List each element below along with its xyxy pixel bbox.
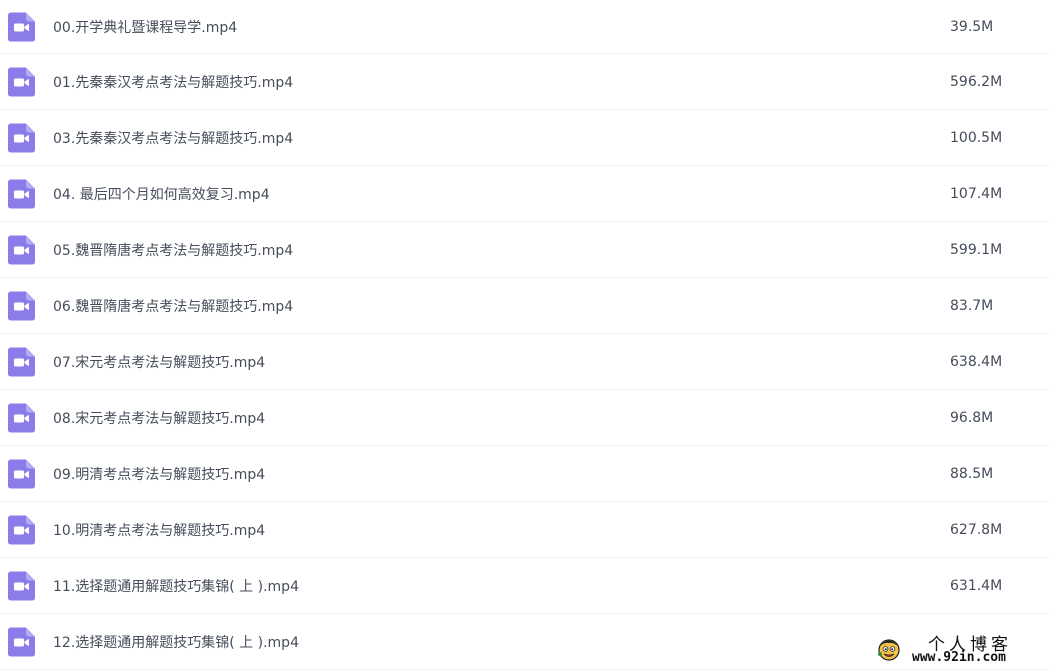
file-row[interactable]: 08.宋元考点考法与解题技巧.mp4 96.8M	[0, 390, 1049, 446]
video-file-icon	[8, 179, 35, 208]
file-row[interactable]: 01.先秦秦汉考点考法与解题技巧.mp4 596.2M	[0, 54, 1049, 110]
file-size: 39.5M	[950, 18, 994, 35]
file-size: 638.4M	[950, 353, 1003, 370]
file-row[interactable]: 11.选择题通用解题技巧集锦( 上 ).mp4 631.4M	[0, 558, 1049, 614]
blog-watermark: 个人博客 www.92in.com	[876, 630, 1046, 668]
file-name[interactable]: 12.选择题通用解题技巧集锦( 上 ).mp4	[53, 632, 299, 652]
file-size: 100.5M	[950, 129, 1003, 146]
file-size: 627.8M	[950, 521, 1003, 538]
file-row[interactable]: 04. 最后四个月如何高效复习.mp4 107.4M	[0, 166, 1049, 222]
file-row[interactable]: 00.开学典礼暨课程导学.mp4 39.5M	[0, 0, 1049, 54]
video-file-icon	[8, 67, 35, 96]
file-row[interactable]: 09.明清考点考法与解题技巧.mp4 88.5M	[0, 446, 1049, 502]
file-row[interactable]: 05.魏晋隋唐考点考法与解题技巧.mp4 599.1M	[0, 222, 1049, 278]
file-list: 00.开学典礼暨课程导学.mp4 39.5M 01.先秦秦汉考点考法与解题技巧.…	[0, 0, 1049, 670]
video-file-icon	[8, 515, 35, 544]
video-file-icon	[8, 347, 35, 376]
file-name[interactable]: 09.明清考点考法与解题技巧.mp4	[53, 464, 265, 484]
video-file-icon	[8, 12, 35, 41]
video-file-icon	[8, 403, 35, 432]
file-name[interactable]: 08.宋元考点考法与解题技巧.mp4	[53, 408, 265, 428]
video-file-icon	[8, 459, 35, 488]
file-name[interactable]: 00.开学典礼暨课程导学.mp4	[53, 17, 237, 37]
video-file-icon	[8, 627, 35, 656]
file-name[interactable]: 06.魏晋隋唐考点考法与解题技巧.mp4	[53, 296, 293, 316]
file-size: 631.4M	[950, 577, 1003, 594]
file-name[interactable]: 10.明清考点考法与解题技巧.mp4	[53, 520, 265, 540]
file-size: 107.4M	[950, 185, 1003, 202]
file-name[interactable]: 05.魏晋隋唐考点考法与解题技巧.mp4	[53, 240, 293, 260]
file-row[interactable]: 07.宋元考点考法与解题技巧.mp4 638.4M	[0, 334, 1049, 390]
file-size: 596.2M	[950, 73, 1003, 90]
video-file-icon	[8, 571, 35, 600]
file-name[interactable]: 11.选择题通用解题技巧集锦( 上 ).mp4	[53, 576, 299, 596]
watermark-url: www.92in.com	[912, 650, 1006, 665]
file-name[interactable]: 07.宋元考点考法与解题技巧.mp4	[53, 352, 265, 372]
video-file-icon	[8, 123, 35, 152]
video-file-icon	[8, 235, 35, 264]
file-row[interactable]: 06.魏晋隋唐考点考法与解题技巧.mp4 83.7M	[0, 278, 1049, 334]
file-name[interactable]: 01.先秦秦汉考点考法与解题技巧.mp4	[53, 72, 293, 92]
file-name[interactable]: 03.先秦秦汉考点考法与解题技巧.mp4	[53, 128, 293, 148]
file-size: 599.1M	[950, 241, 1003, 258]
file-size: 88.5M	[950, 465, 994, 482]
file-row[interactable]: 03.先秦秦汉考点考法与解题技巧.mp4 100.5M	[0, 110, 1049, 166]
file-size: 96.8M	[950, 409, 994, 426]
file-size: 83.7M	[950, 297, 994, 314]
video-file-icon	[8, 291, 35, 320]
file-name[interactable]: 04. 最后四个月如何高效复习.mp4	[53, 184, 270, 204]
file-row[interactable]: 10.明清考点考法与解题技巧.mp4 627.8M	[0, 502, 1049, 558]
cartoon-face-logo-icon	[876, 636, 902, 662]
